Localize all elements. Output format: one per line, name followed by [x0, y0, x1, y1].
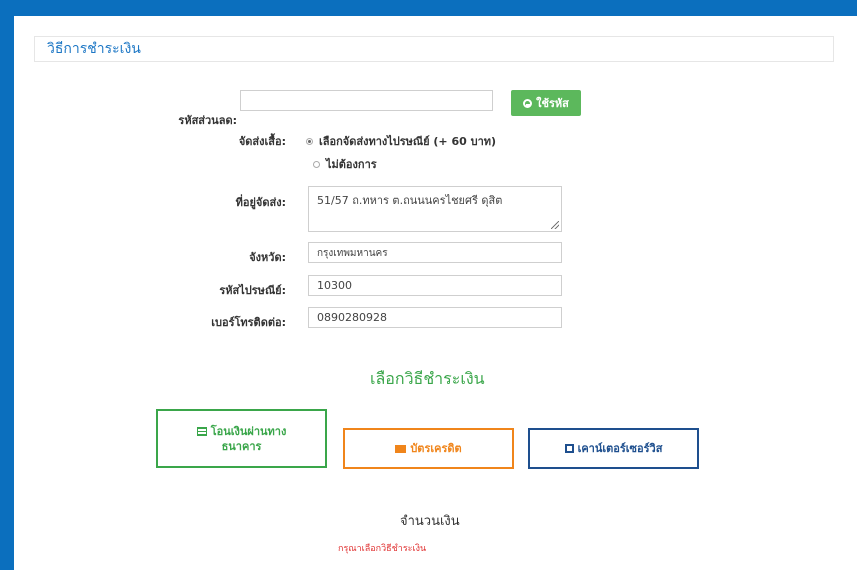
payment-panel: วิธีการชำระเงิน รหัสส่วนลด: ใช้รหัส จัดส…	[14, 16, 857, 570]
amount-label: จำนวนเงิน	[400, 514, 460, 529]
radio-checked-icon[interactable]	[306, 137, 313, 145]
radio-icon[interactable]	[313, 160, 320, 168]
use-code-button[interactable]: ใช้รหัส	[511, 90, 581, 116]
phone-label: เบอร์โทรติดต่อ:	[211, 316, 286, 329]
postcode-label: รหัสไปรษณีย์:	[219, 284, 286, 297]
discount-label: รหัสส่วนลด:	[178, 114, 237, 127]
bank-transfer-label-2: ธนาคาร	[221, 439, 262, 453]
province-label: จังหวัด:	[249, 251, 286, 264]
section-title: วิธีการชำระเงิน	[34, 36, 834, 62]
bank-transfer-label-1: โอนเงินผ่านทาง	[210, 424, 287, 438]
credit-card-label: บัตรเครดิต	[410, 442, 462, 455]
bank-transfer-button[interactable]: โอนเงินผ่านทาง ธนาคาร	[156, 409, 327, 468]
square-icon	[564, 444, 574, 453]
discount-input[interactable]	[240, 90, 493, 111]
phone-input[interactable]: 0890280928	[308, 307, 562, 328]
province-input[interactable]: กรุงเทพมหานคร	[308, 242, 562, 263]
payment-heading: เลือกวิธีชำระเงิน	[370, 369, 485, 388]
counter-service-label: เคาน์เตอร์เซอร์วิส	[577, 442, 663, 455]
shipping-option-post-label: เลือกจัดส่งทางไปรษณีย์ (+ 60 บาท)	[319, 135, 497, 148]
shipping-option-post[interactable]: เลือกจัดส่งทางไปรษณีย์ (+ 60 บาท)	[306, 132, 496, 150]
shipping-option-none-label: ไม่ต้องการ	[326, 158, 377, 171]
use-code-label: ใช้รหัส	[536, 97, 569, 110]
address-textarea[interactable]: 51/57 ถ.ทหาร ต.ถนนนครไชยศรี ดุสิต	[308, 186, 562, 232]
address-label: ที่อยู่จัดส่ง:	[235, 196, 286, 209]
credit-card-button[interactable]: บัตรเครดิต	[343, 428, 514, 469]
amount-note: กรุณาเลือกวิธีชำระเงิน	[338, 544, 427, 554]
credit-card-icon	[395, 444, 407, 453]
minus-circle-icon	[523, 98, 533, 108]
counter-service-button[interactable]: เคาน์เตอร์เซอร์วิส	[528, 428, 699, 469]
postcode-input[interactable]: 10300	[308, 275, 562, 296]
shipping-option-none[interactable]: ไม่ต้องการ	[313, 155, 377, 173]
list-icon	[196, 426, 207, 436]
address-value: 51/57 ถ.ทหาร ต.ถนนนครไชยศรี ดุสิต	[317, 194, 503, 207]
shipping-label: จัดส่งเสื้อ:	[238, 135, 286, 148]
resize-handle-icon[interactable]	[551, 221, 559, 229]
